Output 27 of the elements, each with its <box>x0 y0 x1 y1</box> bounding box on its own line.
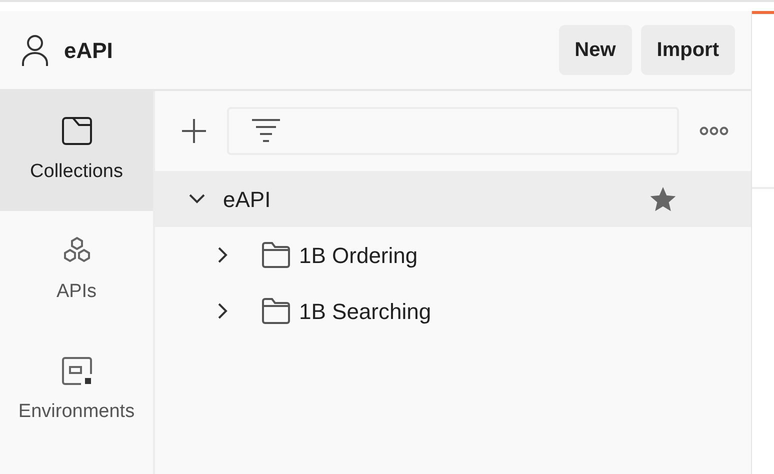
collection-icon <box>60 116 92 146</box>
tab-indicator <box>752 11 774 14</box>
chevron-down-icon <box>188 193 206 205</box>
tree-row[interactable]: 1B Searching <box>155 283 751 339</box>
environment-icon <box>60 356 92 386</box>
folder-icon <box>261 241 291 269</box>
tree-label: 1B Ordering <box>299 242 418 270</box>
more-icon <box>699 126 729 136</box>
folder-icon <box>261 297 291 325</box>
filter-field[interactable] <box>227 107 679 155</box>
tree-row[interactable]: 1B Ordering <box>155 227 751 283</box>
chevron-right-icon <box>217 302 229 320</box>
tree-row[interactable]: eAPI <box>155 171 751 227</box>
tree-label: eAPI <box>223 186 271 214</box>
import-button[interactable]: Import <box>640 25 735 75</box>
add-button[interactable] <box>181 118 207 144</box>
tree-label: 1B Searching <box>299 298 432 326</box>
new-button[interactable]: New <box>558 25 632 75</box>
workspace-name: eAPI <box>64 36 113 64</box>
sidebar-tab[interactable]: APIs <box>0 211 153 331</box>
sidebar-tab[interactable]: Environments <box>0 331 153 451</box>
sidebar-tab[interactable]: Collections <box>0 91 153 211</box>
plus-icon <box>181 118 207 144</box>
user-icon <box>20 33 50 67</box>
chevron-right-icon <box>217 246 229 264</box>
more-button[interactable] <box>699 126 729 136</box>
filter-icon <box>251 118 281 144</box>
